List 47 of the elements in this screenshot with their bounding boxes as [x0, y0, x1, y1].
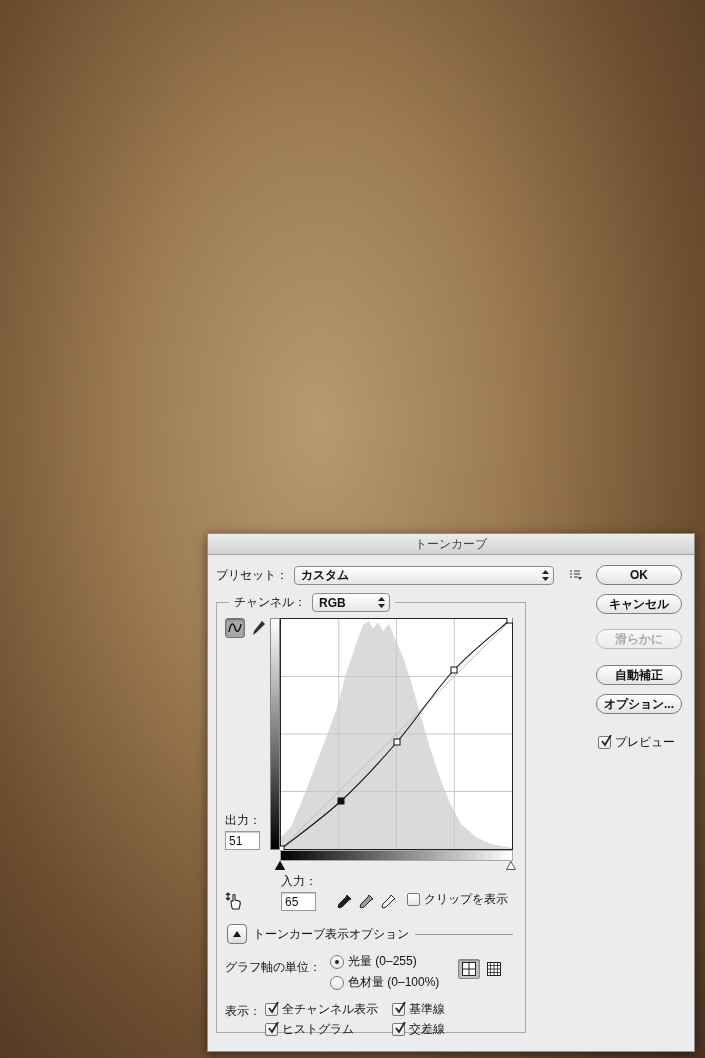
input-field[interactable]: 65: [281, 892, 316, 911]
checkbox[interactable]: [598, 736, 611, 749]
checkbox-label: 基準線: [409, 1001, 445, 1018]
checkbox-label: ヒストグラム: [282, 1021, 354, 1038]
curve-tool-button[interactable]: [225, 618, 245, 638]
preset-dropdown[interactable]: カスタム: [294, 565, 554, 585]
highlight-slider-handle[interactable]: [506, 861, 516, 870]
eyedropper-icon[interactable]: [337, 893, 353, 909]
checkbox-label: クリップを表示: [424, 891, 508, 908]
up-down-arrows-icon: [378, 597, 385, 608]
curve-icon: [228, 622, 242, 634]
checkbox-label: プレビュー: [615, 734, 675, 751]
section-title: トーンカーブ表示オプション: [253, 925, 409, 943]
channel-label: チャンネル：: [234, 594, 306, 611]
preset-label: プリセット：: [216, 566, 288, 584]
pencil-icon: [253, 621, 265, 635]
radio-label: 色材量 (0–100%): [348, 974, 440, 991]
checkbox[interactable]: [392, 1023, 405, 1036]
options-button[interactable]: オプション...: [596, 694, 682, 714]
window-title: トーンカーブ: [415, 535, 487, 553]
simple-grid-button[interactable]: [458, 959, 480, 979]
checkbox[interactable]: [392, 1003, 405, 1016]
cancel-button[interactable]: キャンセル: [596, 594, 682, 614]
auto-button[interactable]: 自動補正: [596, 665, 682, 685]
menu-icon[interactable]: [570, 570, 582, 580]
ok-button[interactable]: OK: [596, 565, 682, 585]
output-label: 出力：: [225, 812, 262, 829]
checkbox-label: 交差線: [409, 1021, 445, 1038]
channel-dropdown[interactable]: RGB: [312, 593, 390, 612]
eyedropper-icon[interactable]: [359, 893, 375, 909]
checkbox[interactable]: [265, 1023, 278, 1036]
radio-button[interactable]: [330, 975, 344, 990]
checkbox[interactable]: [265, 1003, 278, 1016]
radio-label: 光量 (0–255): [348, 953, 417, 970]
shadow-slider-handle[interactable]: [275, 861, 285, 870]
disclosure-button[interactable]: [227, 924, 247, 944]
show-label: 表示：: [225, 1003, 262, 1020]
input-label: 入力：: [281, 873, 317, 890]
radio-button[interactable]: [330, 954, 344, 969]
eyedropper-icon[interactable]: [381, 893, 397, 909]
checkbox-label: 全チャンネル表示: [282, 1001, 378, 1018]
hand-icon[interactable]: [225, 892, 243, 910]
checkbox[interactable]: [407, 893, 420, 906]
up-down-arrows-icon: [542, 569, 549, 581]
output-field[interactable]: 51: [225, 831, 260, 850]
axis-units-label: グラフ軸の単位：: [225, 959, 322, 976]
triangle-icon: [233, 931, 241, 937]
